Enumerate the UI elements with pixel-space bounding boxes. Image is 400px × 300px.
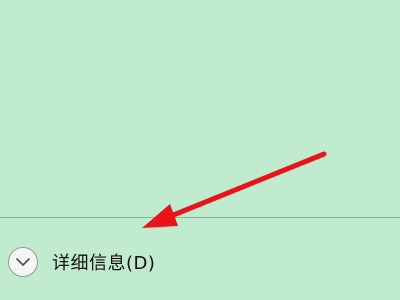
dialog-panel: 详细信息(D) bbox=[0, 0, 400, 300]
details-toggle-button[interactable]: 详细信息(D) bbox=[8, 242, 155, 282]
divider bbox=[0, 217, 400, 218]
chevron-down-icon bbox=[8, 247, 38, 277]
details-toggle-label: 详细信息(D) bbox=[52, 253, 156, 274]
